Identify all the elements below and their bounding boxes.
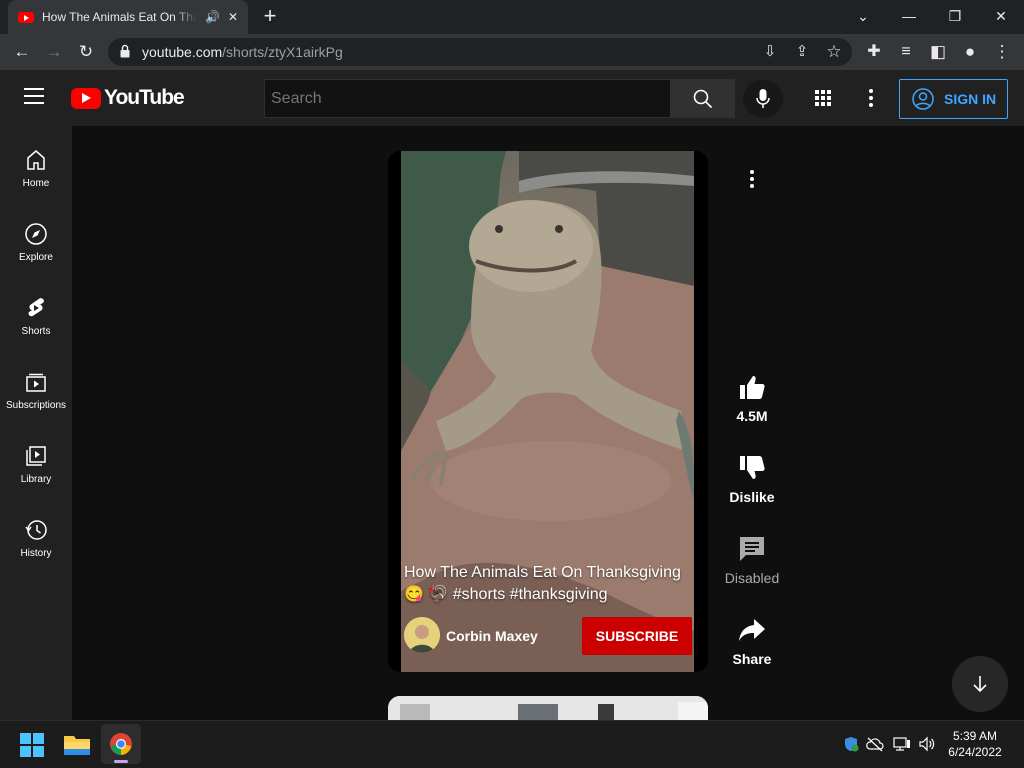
home-icon xyxy=(27,150,45,170)
sidebar-item-explore[interactable]: Explore xyxy=(0,222,72,292)
sign-in-button[interactable]: SIGN IN xyxy=(899,79,1008,119)
emoji-icon: 😋 🦃 xyxy=(404,586,449,603)
settings-more-icon[interactable] xyxy=(860,87,882,109)
microphone-icon xyxy=(756,89,770,108)
sidebar-item-shorts[interactable]: Shorts xyxy=(0,296,72,366)
clock-time: 5:39 AM xyxy=(952,729,998,743)
windows-start-icon[interactable] xyxy=(20,733,44,757)
comment-icon xyxy=(740,537,764,561)
media-control-icon[interactable]: ≡ xyxy=(894,40,918,64)
search-input[interactable] xyxy=(264,79,671,118)
taskbar-chrome-button[interactable] xyxy=(101,724,141,764)
sidebar-item-subscriptions[interactable]: Subscriptions xyxy=(0,370,72,440)
youtube-logo-text[interactable]: YouTube xyxy=(104,86,185,110)
active-app-indicator xyxy=(114,760,128,763)
browser-tab[interactable]: How The Animals Eat On Thanksgiving 🔊 ✕ xyxy=(8,0,248,34)
sidebar-label: Library xyxy=(20,474,52,485)
channel-avatar[interactable] xyxy=(404,617,440,653)
security-shield-icon[interactable] xyxy=(843,736,859,752)
voice-search-button[interactable] xyxy=(743,80,783,118)
sidebar-label: Home xyxy=(22,178,50,189)
apps-grid-icon[interactable] xyxy=(812,87,834,109)
sidebar-label: Subscriptions xyxy=(5,400,67,411)
url-domain: youtube.com xyxy=(142,44,223,60)
profile-icon[interactable]: ● xyxy=(958,40,982,64)
share-button[interactable]: Share xyxy=(720,615,784,667)
like-count: 4.5M xyxy=(736,408,768,424)
sidebar-item-library[interactable]: Library xyxy=(0,444,72,514)
shorts-icon xyxy=(28,298,44,317)
channel-name[interactable]: Corbin Maxey xyxy=(446,628,538,644)
side-panel-icon[interactable]: ◧ xyxy=(926,40,950,64)
chrome-icon xyxy=(110,733,132,755)
video-hashtags[interactable]: #shorts #thanksgiving xyxy=(453,586,608,603)
browser-menu-icon[interactable]: ⋮ xyxy=(990,40,1014,64)
network-icon[interactable] xyxy=(893,736,911,752)
like-button[interactable]: 4.5M xyxy=(720,372,784,424)
minimize-button[interactable]: — xyxy=(886,0,932,34)
library-icon xyxy=(26,446,46,466)
url-text[interactable]: youtube.com/shorts/ztyX1airkPg xyxy=(142,44,343,60)
tab-title: How The Animals Eat On Thanksgiving xyxy=(42,10,197,24)
cloud-off-icon[interactable] xyxy=(866,736,884,752)
subscriptions-icon xyxy=(26,373,46,392)
share-arrow-icon xyxy=(739,619,765,641)
reload-icon[interactable]: ↻ xyxy=(74,40,98,64)
thumbs-up-icon xyxy=(740,376,765,399)
sign-in-label: SIGN IN xyxy=(944,91,997,107)
extensions-icon[interactable]: ✚ xyxy=(862,40,886,64)
lock-icon[interactable] xyxy=(120,44,130,58)
close-window-button[interactable]: ✕ xyxy=(978,0,1024,34)
volume-icon[interactable] xyxy=(918,736,936,752)
history-icon xyxy=(25,520,47,540)
sidebar-label: Explore xyxy=(19,252,53,263)
dislike-label: Dislike xyxy=(729,489,775,505)
youtube-favicon-icon xyxy=(18,11,34,23)
video-title[interactable]: How The Animals Eat On Thanksgiving 😋 🦃 … xyxy=(404,562,694,606)
subscribe-button[interactable]: SUBSCRIBE xyxy=(582,617,692,655)
video-title-line1: How The Animals Eat On Thanksgiving xyxy=(404,564,681,581)
bookmark-star-icon[interactable]: ☆ xyxy=(822,40,846,64)
install-app-icon[interactable]: ⇩ xyxy=(758,40,782,64)
channel-avatar-image xyxy=(404,617,440,653)
comments-disabled-label: Disabled xyxy=(724,570,780,586)
sidebar-item-home[interactable]: Home xyxy=(0,148,72,218)
next-video-button[interactable] xyxy=(952,656,1008,712)
tab-search-icon[interactable]: ⌄ xyxy=(840,0,886,34)
search-button[interactable] xyxy=(671,79,735,118)
speaker-icon[interactable]: 🔊 xyxy=(205,10,220,24)
system-clock[interactable]: 5:39 AM 6/24/2022 xyxy=(944,728,1006,760)
forward-icon[interactable]: → xyxy=(42,40,66,64)
back-icon[interactable]: ← xyxy=(10,40,34,64)
share-page-icon[interactable]: ⇪ xyxy=(790,40,814,64)
arrow-down-icon xyxy=(973,676,987,693)
close-tab-icon[interactable]: ✕ xyxy=(228,10,238,24)
dislike-button[interactable]: Dislike xyxy=(720,453,784,505)
clock-date: 6/24/2022 xyxy=(948,745,1002,759)
search-icon xyxy=(693,89,713,109)
menu-icon[interactable] xyxy=(24,88,44,106)
sidebar-label: History xyxy=(20,548,52,559)
youtube-logo-icon[interactable] xyxy=(71,88,101,109)
thumbs-down-icon xyxy=(740,456,765,479)
comments-button[interactable]: Disabled xyxy=(720,534,784,586)
url-path: /shorts/ztyX1airkPg xyxy=(222,44,343,60)
share-label: Share xyxy=(732,651,772,667)
account-icon xyxy=(912,88,934,110)
sidebar-item-history[interactable]: History xyxy=(0,518,72,588)
video-more-options-icon[interactable] xyxy=(741,166,763,192)
file-explorer-icon[interactable] xyxy=(64,733,90,755)
compass-icon xyxy=(25,223,47,245)
new-tab-button[interactable]: + xyxy=(258,4,282,28)
restore-button[interactable]: ❐ xyxy=(932,0,978,34)
sidebar-label: Shorts xyxy=(21,326,51,337)
